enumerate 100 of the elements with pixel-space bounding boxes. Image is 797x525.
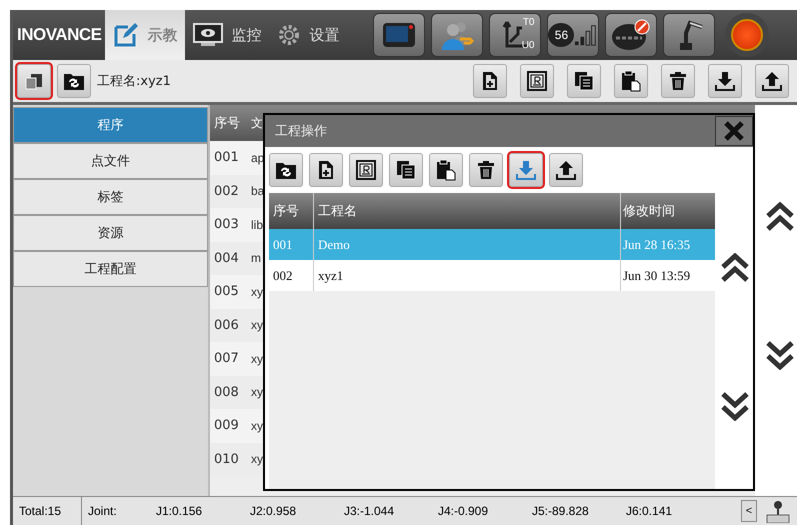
scroll-up-icon[interactable] xyxy=(765,202,795,232)
joint-value: J4:-0.909 xyxy=(437,504,490,518)
table-cell-text: 002 xyxy=(213,184,240,199)
download-icon xyxy=(715,71,735,91)
table-cell: xyz1 xyxy=(313,260,620,291)
speed-button[interactable]: 56 xyxy=(547,13,600,57)
file-add-icon xyxy=(482,71,498,91)
sidebar-item[interactable]: 标签 xyxy=(13,179,208,215)
table-cell: xy xyxy=(250,352,263,366)
table-cell-text: 001 xyxy=(213,150,240,166)
logo: INOVANCE xyxy=(16,24,102,46)
close-icon xyxy=(723,120,745,142)
table-cell-text: 006 xyxy=(213,318,240,333)
monitor-icon xyxy=(193,23,224,47)
tool-frame-label: T0 xyxy=(522,17,534,28)
pendant-button[interactable] xyxy=(373,13,426,57)
document-r-icon xyxy=(356,160,376,180)
file-add-icon xyxy=(318,160,334,180)
toolbar-button[interactable] xyxy=(567,64,601,98)
users-key-icon xyxy=(440,19,474,51)
joint-value: J5:-89.828 xyxy=(531,504,590,518)
screen-icon xyxy=(382,22,416,48)
tool-button[interactable] xyxy=(429,153,463,187)
disconnected-icon xyxy=(611,19,652,51)
table-cell-text: 001 xyxy=(272,236,294,252)
tool-button[interactable] xyxy=(309,153,343,187)
joint-value: J2:0.958 xyxy=(249,504,298,518)
joint-label: Joint: xyxy=(87,504,118,518)
table-cell-text: 002 xyxy=(272,268,294,284)
scroll-down-icon[interactable] xyxy=(720,391,750,421)
toolbar-button[interactable] xyxy=(708,64,742,98)
toolbar-button[interactable] xyxy=(755,64,789,98)
sidebar-item[interactable]: 资源 xyxy=(13,215,208,251)
scroll-down-icon[interactable] xyxy=(765,340,795,370)
table-cell: Jun 30 13:59 xyxy=(620,260,715,291)
sidebar-item[interactable]: 工程配置 xyxy=(13,251,208,287)
copy-icon xyxy=(396,160,416,180)
table-cell: lib xyxy=(250,218,264,232)
speed-value: 56 xyxy=(548,23,574,47)
tool-button[interactable] xyxy=(389,153,423,187)
tool-button[interactable] xyxy=(469,153,503,187)
table-cell: xy xyxy=(250,318,263,332)
table-cell: xy xyxy=(250,385,263,400)
folder-sync-icon xyxy=(63,71,85,91)
nav-tab[interactable]: 设置 xyxy=(269,10,348,60)
nav-tab[interactable]: 示教 xyxy=(105,10,186,60)
edit-icon xyxy=(113,22,140,48)
joint-value: J1:0.156 xyxy=(155,504,204,518)
download-icon xyxy=(516,160,536,180)
table-cell: xy xyxy=(250,284,263,299)
close-button[interactable] xyxy=(715,116,753,146)
copy-icon xyxy=(574,71,594,91)
paste-icon xyxy=(436,159,456,181)
document-r-icon xyxy=(527,71,547,91)
status-button[interactable] xyxy=(605,13,658,57)
nav-tab[interactable]: 监控 xyxy=(185,10,270,60)
tool-button[interactable] xyxy=(349,153,383,187)
signal-bars-icon xyxy=(574,23,598,47)
coordinate-button[interactable]: T0 U0 xyxy=(489,13,542,57)
table-cell-text: 004 xyxy=(213,250,240,266)
trash-icon xyxy=(669,71,687,91)
toolbar-button[interactable] xyxy=(520,64,554,98)
upload-icon xyxy=(762,71,782,91)
table-cell-text: 005 xyxy=(213,284,240,300)
scroll-left-button[interactable]: < xyxy=(741,500,757,522)
robot-button[interactable] xyxy=(663,13,716,57)
user-frame-label: U0 xyxy=(522,40,534,51)
column-header: 序号 xyxy=(272,203,300,220)
user-button[interactable] xyxy=(431,13,484,57)
sidebar-item[interactable]: 点文件 xyxy=(13,143,208,179)
table-cell-text: 003 xyxy=(213,217,240,232)
table-cell-text: 010 xyxy=(213,452,240,467)
trash-icon xyxy=(477,160,495,180)
toolbar-button[interactable] xyxy=(473,64,507,98)
tool-button[interactable] xyxy=(549,153,583,187)
dialog-title: 工程操作 xyxy=(275,123,327,140)
folder-sync-icon xyxy=(275,160,297,180)
column-header: 序号 xyxy=(213,115,241,132)
toolbar-button[interactable] xyxy=(17,64,51,98)
toolbar-button[interactable] xyxy=(57,64,91,98)
copy-icon xyxy=(24,71,44,91)
table-cell-text: 009 xyxy=(213,418,240,434)
table-cell-text: 007 xyxy=(213,351,240,366)
table-cell: xy xyxy=(250,452,263,466)
total-count: Total:15 xyxy=(13,497,82,525)
tool-button[interactable] xyxy=(269,153,303,187)
table-cell: xy xyxy=(250,418,263,433)
project-row[interactable]: 002 xyz1 Jun 30 13:59 xyxy=(269,260,715,291)
table-cell: m xyxy=(250,251,261,266)
sidebar-item[interactable]: 程序 xyxy=(13,107,208,143)
table-cell-text: 008 xyxy=(213,384,240,400)
column-header: 文 xyxy=(250,114,263,132)
paste-icon xyxy=(621,70,641,92)
settings-icon xyxy=(277,23,302,47)
upload-icon xyxy=(556,160,576,180)
project-name: 工程名:xyz1 xyxy=(97,73,171,90)
toolbar-button[interactable] xyxy=(614,64,648,98)
scroll-up-icon[interactable] xyxy=(720,253,750,283)
joint-value: J6:0.141 xyxy=(625,504,674,518)
toolbar-button[interactable] xyxy=(661,64,695,98)
